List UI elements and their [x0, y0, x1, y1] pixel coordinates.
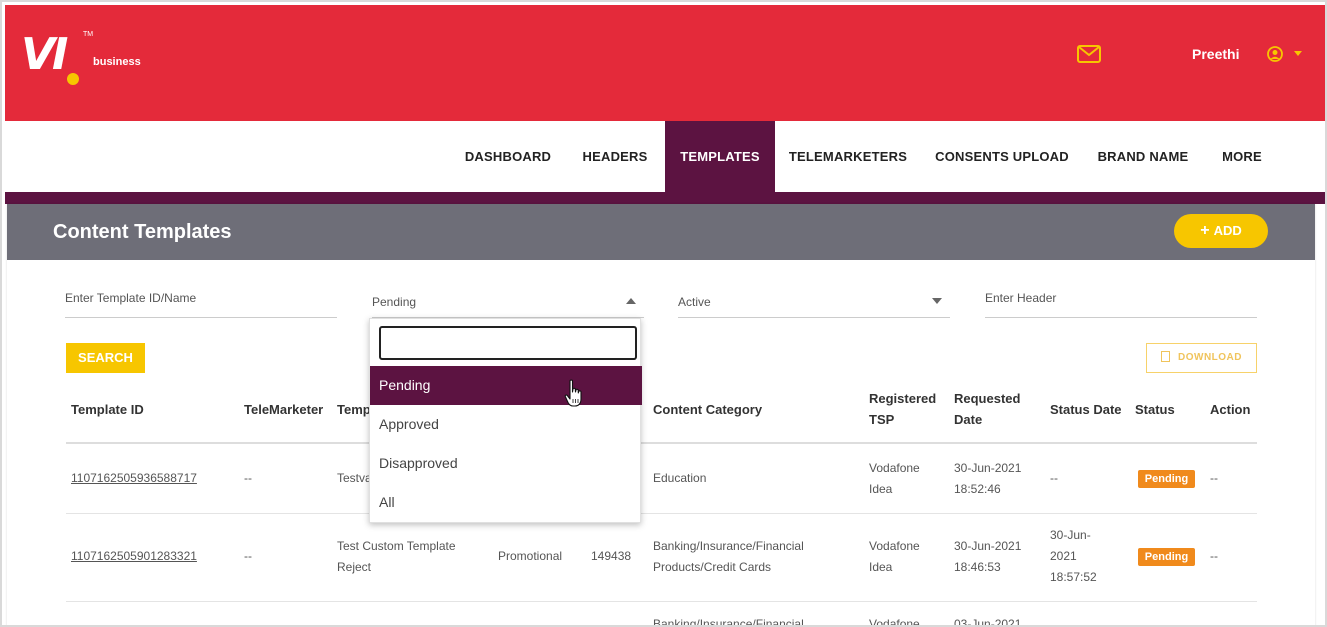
row-requested-date: 03-Jun-2021 — [954, 617, 1022, 627]
add-button[interactable]: + ADD — [1174, 214, 1268, 248]
status-select-value: Pending — [372, 295, 417, 309]
row-telemarketer: -- — [244, 549, 252, 563]
row-tsp: Vodafone — [869, 617, 920, 627]
col-telemarketer[interactable]: TeleMarketer — [244, 399, 323, 420]
row-requested-date: 30-Jun-2021 — [954, 461, 1022, 475]
logo-trademark: TM — [83, 31, 94, 38]
row-status-date: -- — [1050, 471, 1058, 485]
col-requested-date-line2[interactable]: Date — [954, 409, 982, 430]
main-nav: DASHBOARD HEADERS TEMPLATES TELEMARKETER… — [5, 121, 1325, 204]
document-icon — [1161, 351, 1170, 362]
row-content-category: Banking/Insurance/Financial — [653, 539, 804, 553]
col-status[interactable]: Status — [1135, 399, 1175, 420]
row-status-date-2: 2021 — [1050, 549, 1077, 563]
user-name[interactable]: Preethi — [1192, 46, 1239, 62]
search-button[interactable]: SEARCH — [66, 343, 145, 373]
active-select[interactable]: Active — [678, 286, 950, 318]
logo-text: VI — [21, 29, 68, 80]
option-pending[interactable]: Pending — [370, 366, 642, 405]
active-select-value: Active — [678, 295, 711, 309]
col-status-date[interactable]: Status Date — [1050, 399, 1122, 420]
col-registered-tsp-line1[interactable]: Registered — [869, 388, 936, 409]
panel-header: Content Templates + ADD — [7, 204, 1315, 260]
row-divider — [66, 513, 1257, 514]
col-requested-date-line1[interactable]: Requested — [954, 388, 1020, 409]
dropdown-search-input[interactable] — [379, 326, 637, 360]
row-action[interactable]: -- — [1210, 468, 1218, 489]
logo-subtitle: business — [93, 56, 141, 68]
page-title: Content Templates — [53, 221, 232, 243]
option-approved[interactable]: Approved — [370, 405, 642, 444]
row-content-category-2: Products/Credit Cards — [653, 560, 772, 574]
row-template-name-2: Reject — [337, 560, 372, 574]
nav-more[interactable]: MORE — [1216, 121, 1268, 192]
download-button[interactable]: DOWNLOAD — [1146, 343, 1257, 373]
nav-dashboard[interactable]: DASHBOARD — [462, 121, 554, 192]
template-search-input[interactable]: Enter Template ID/Name — [65, 286, 337, 318]
row-requested-time: 18:52:46 — [954, 482, 1001, 496]
row-tsp: Vodafone — [869, 539, 920, 553]
row-requested-time: 18:46:53 — [954, 560, 1001, 574]
row-type: Promotional — [498, 549, 563, 563]
chevron-down-icon[interactable] — [1294, 51, 1302, 56]
row-header-id: 149438 — [591, 549, 632, 563]
row-status-date: 30-Jun- — [1050, 528, 1091, 542]
status-dropdown-menu: Pending Approved Disapproved All — [369, 318, 642, 523]
col-action[interactable]: Action — [1210, 399, 1250, 420]
mail-icon[interactable] — [1077, 45, 1101, 63]
template-search-placeholder: Enter Template ID/Name — [65, 291, 197, 305]
option-disapproved[interactable]: Disapproved — [370, 444, 642, 483]
content-panel: Content Templates + ADD Enter Template ID… — [7, 204, 1315, 627]
nav-templates[interactable]: TEMPLATES — [665, 121, 775, 192]
row-template-name: Testva — [337, 471, 372, 485]
user-circle-icon[interactable] — [1267, 46, 1283, 62]
download-button-label: DOWNLOAD — [1178, 352, 1242, 363]
chevron-up-icon — [626, 298, 636, 304]
header-search-input[interactable]: Enter Header — [985, 286, 1257, 318]
template-id-link[interactable]: 1107162505936588717 — [71, 468, 197, 489]
col-content-category[interactable]: Content Category — [653, 399, 762, 420]
row-template-name: Test Custom Template — [337, 539, 456, 553]
col-registered-tsp-line2[interactable]: TSP — [869, 409, 894, 430]
vi-business-logo[interactable]: VI TM business — [21, 29, 161, 89]
template-id-link[interactable]: 1107162505901283321 — [71, 546, 197, 567]
plus-icon: + — [1200, 222, 1210, 239]
row-status-date-3: 18:57:52 — [1050, 570, 1097, 584]
row-tsp-2: Idea — [869, 482, 893, 496]
row-divider — [66, 601, 1257, 602]
app-frame: VI TM business Preethi DASHBOARD HEADERS… — [0, 0, 1327, 627]
row-content-category: Banking/Insurance/Financial — [653, 617, 804, 627]
hand-cursor-icon — [564, 379, 582, 407]
add-button-label: ADD — [1213, 223, 1242, 238]
table-header-divider — [66, 442, 1257, 444]
nav-brand-name[interactable]: BRAND NAME — [1094, 121, 1192, 192]
row-requested-date: 30-Jun-2021 — [954, 539, 1022, 553]
row-tsp-2: Idea — [869, 560, 893, 574]
nav-consents-upload[interactable]: CONSENTS UPLOAD — [933, 121, 1071, 192]
status-select[interactable]: Pending — [372, 286, 644, 318]
row-tsp: Vodafone — [869, 461, 920, 475]
status-badge: Pending — [1138, 548, 1195, 566]
chevron-down-icon — [932, 298, 942, 304]
row-content-category: Education — [653, 471, 707, 485]
option-all[interactable]: All — [370, 483, 642, 522]
row-action[interactable]: -- — [1210, 546, 1218, 567]
top-header: VI TM business Preethi — [5, 5, 1325, 121]
col-template-id[interactable]: Template ID — [71, 399, 144, 420]
logo-dot — [67, 73, 79, 85]
header-search-placeholder: Enter Header — [985, 291, 1057, 305]
status-badge: Pending — [1138, 470, 1195, 488]
nav-telemarketers[interactable]: TELEMARKETERS — [788, 121, 908, 192]
nav-headers[interactable]: HEADERS — [578, 121, 652, 192]
row-telemarketer: -- — [244, 471, 252, 485]
